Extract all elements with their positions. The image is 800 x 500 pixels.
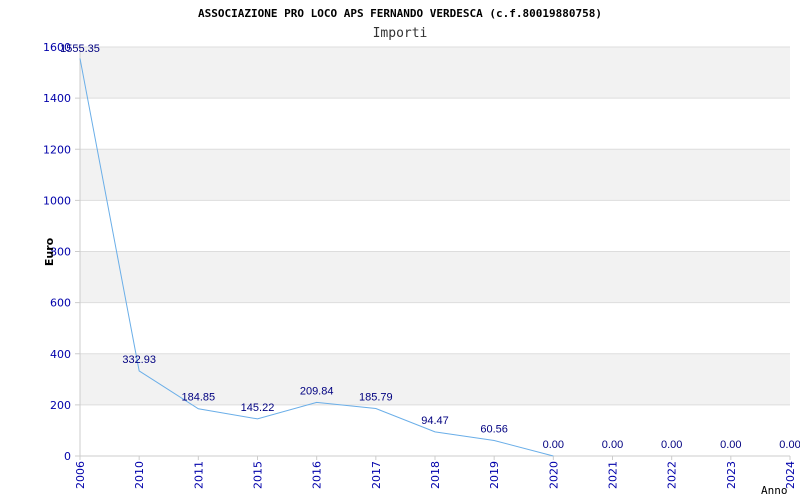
x-tick-label: 2019 xyxy=(488,461,501,489)
data-label: 0.00 xyxy=(661,439,682,451)
x-tick-labels: 2006 2010 2011 2015 2016 2017 2018 2019 2020 2021… xyxy=(74,461,797,489)
x-tick-label: 2010 xyxy=(133,461,146,489)
x-tick-label: 2022 xyxy=(666,461,679,489)
y-tick-label: 1000 xyxy=(43,194,71,207)
x-axis-title: Anno xyxy=(761,484,788,497)
x-tick-label: 2016 xyxy=(311,461,324,489)
x-tick-label: 2017 xyxy=(370,461,383,489)
x-tick-label: 2021 xyxy=(607,461,620,489)
x-tick-label: 2015 xyxy=(252,461,265,489)
chart-subtitle: Importi xyxy=(373,26,428,41)
chart-title: ASSOCIAZIONE PRO LOCO APS FERNANDO VERDE… xyxy=(198,7,602,20)
x-tick-label: 2011 xyxy=(192,461,205,489)
y-tick-label: 200 xyxy=(50,399,71,412)
data-label: 332.93 xyxy=(122,354,156,366)
data-label: 184.85 xyxy=(182,392,216,404)
plot-band xyxy=(80,404,790,456)
plot-band xyxy=(80,302,790,354)
data-label: 0.00 xyxy=(779,439,800,451)
plot-band xyxy=(80,200,790,252)
plot-band xyxy=(80,98,790,150)
data-label: 209.84 xyxy=(300,385,334,397)
data-label: 145.22 xyxy=(241,402,275,414)
plot-band xyxy=(80,251,790,303)
line-chart: 02004006008001000120014001600 2006 2010 20… xyxy=(43,7,800,497)
y-axis-title: Euro xyxy=(43,237,56,266)
data-label: 94.47 xyxy=(421,415,449,427)
x-tick-label: 2006 xyxy=(74,461,87,489)
data-label: 1555.35 xyxy=(60,43,100,55)
y-tick-label: 0 xyxy=(64,450,71,463)
y-tick-label: 400 xyxy=(50,348,71,361)
y-tick-label: 1200 xyxy=(43,143,71,156)
data-label: 60.56 xyxy=(480,424,508,436)
x-tick-label: 2020 xyxy=(547,461,560,489)
y-tick-label: 600 xyxy=(50,297,71,310)
data-label: 185.79 xyxy=(359,392,393,404)
x-tick-label: 2018 xyxy=(429,461,442,489)
plot-band xyxy=(80,47,790,99)
data-label: 0.00 xyxy=(602,439,623,451)
y-tick-label: 1400 xyxy=(43,92,71,105)
data-label: 0.00 xyxy=(720,439,741,451)
data-label: 0.00 xyxy=(543,439,564,451)
plot-band xyxy=(80,149,790,201)
x-tick-label: 2023 xyxy=(725,461,738,489)
